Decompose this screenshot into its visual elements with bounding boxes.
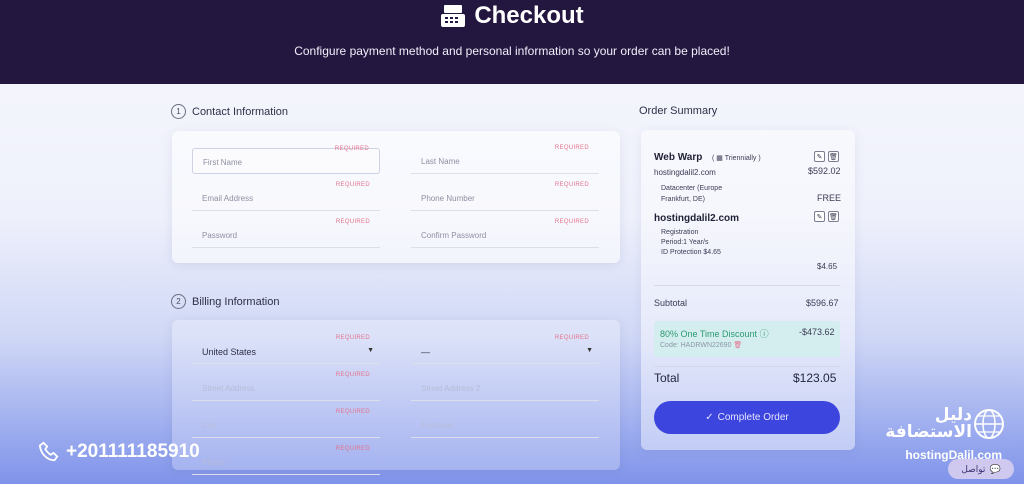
street-address-2-field[interactable]: Street Address 2 (411, 375, 599, 401)
state-value: — (421, 347, 430, 357)
product-domain: hostingdalil2.com (654, 168, 716, 177)
discount-value: -$473.62 (799, 327, 835, 337)
complete-order-label: Complete Order (717, 412, 789, 423)
street-address-2-placeholder: Street Address 2 (421, 384, 481, 393)
domain-registration: Registration (661, 229, 699, 236)
phone-overlay: +201111185910 (38, 441, 200, 463)
phone-field[interactable]: Phone Number REQUIRED (411, 182, 599, 211)
required-tag: REQUIRED (334, 146, 369, 152)
check-icon: ✓ (705, 412, 714, 423)
watermark-arabic: دليل الاستضافة (885, 405, 972, 442)
billing-cycle-badge: ( ▦ Triennially ) (712, 155, 761, 162)
required-tag: REQUIRED (554, 182, 589, 188)
required-tag: REQUIRED (554, 145, 589, 151)
discount-label: 80% One Time Discount ⓘ (660, 329, 769, 339)
total-label: Total (654, 371, 680, 385)
domain-id-protection: ID Protection $4.65 (661, 249, 721, 256)
first-name-placeholder: First Name (203, 158, 243, 167)
state-select[interactable]: — REQUIRED ▼ (411, 335, 599, 364)
city-placeholder: City (202, 421, 216, 430)
chat-icon: 💬 (989, 463, 1001, 474)
order-summary-title: Order Summary (639, 105, 718, 117)
step-number: 1 (171, 104, 186, 119)
checkout-title: Checkout (474, 2, 584, 29)
required-tag: REQUIRED (335, 446, 370, 452)
postcode-placeholder: Postcode (421, 421, 455, 430)
calendar-icon: ▦ (716, 155, 723, 162)
email-placeholder: Email Address (202, 194, 254, 203)
discount-code: Code: HADRWN22690 🗑 (660, 342, 743, 349)
password-placeholder: Password (202, 231, 238, 240)
product-name: Web Warp (654, 152, 703, 163)
chat-widget[interactable]: تواصل 💬 (948, 459, 1014, 479)
edit-icon[interactable]: ✎ (814, 211, 825, 222)
first-name-field[interactable]: First Name REQUIRED (192, 146, 380, 174)
subtotal-value: $596.67 (806, 298, 839, 308)
page-title: Checkout (0, 2, 1024, 30)
phone-placeholder: Phone Number (421, 194, 475, 203)
phone-number: +201111185910 (66, 441, 200, 462)
domain-price: $4.65 (817, 262, 838, 271)
required-tag: REQUIRED (335, 372, 370, 378)
cash-register-icon (441, 5, 466, 27)
confirm-password-placeholder: Confirm Password (421, 231, 487, 240)
domain-period: Period:1 Year/s (661, 239, 709, 246)
dropdown-arrow-icon: ▼ (367, 347, 374, 354)
dropdown-arrow-icon: ▼ (586, 347, 593, 354)
required-tag: REQUIRED (335, 409, 370, 415)
datacenter-line-1: Datacenter (Europe (661, 185, 723, 192)
product-price: $592.02 (808, 166, 841, 176)
edit-icon[interactable]: ✎ (814, 151, 825, 162)
datacenter-line-2: Frankfurt, DE) (661, 196, 705, 203)
billing-section-title: Billing Information (192, 295, 280, 308)
checkout-header: Checkout Configure payment method and pe… (0, 0, 1024, 84)
street-address-field[interactable]: Street Address REQUIRED (192, 372, 380, 401)
last-name-field[interactable]: Last Name REQUIRED (411, 145, 599, 174)
postcode-field[interactable]: Postcode (411, 412, 599, 438)
step-number: 2 (171, 294, 186, 309)
contact-section-title: Contact Information (192, 105, 288, 118)
chat-label: تواصل (961, 463, 986, 474)
required-tag: REQUIRED (335, 335, 370, 341)
help-icon: ⓘ (759, 329, 769, 339)
city-field[interactable]: City REQUIRED (192, 409, 380, 438)
required-tag: REQUIRED (554, 219, 589, 225)
billing-phone-field[interactable]: Phone REQUIRED (192, 446, 380, 475)
divider (654, 366, 840, 367)
datacenter-price: FREE (817, 193, 842, 203)
remove-code-icon[interactable]: 🗑 (733, 342, 742, 349)
required-tag: REQUIRED (335, 182, 370, 188)
last-name-placeholder: Last Name (421, 157, 460, 166)
divider (654, 285, 840, 286)
billing-phone-placeholder: Phone (202, 458, 226, 467)
confirm-password-field[interactable]: Confirm Password REQUIRED (411, 219, 599, 248)
country-value: United States (202, 347, 257, 357)
globe-icon (974, 409, 1004, 439)
required-tag: REQUIRED (554, 335, 589, 341)
street-address-placeholder: Street Address (202, 384, 255, 393)
complete-order-button[interactable]: ✓ Complete Order (654, 401, 840, 434)
billing-section-heading: 2 Billing Information (171, 294, 279, 309)
required-tag: REQUIRED (335, 219, 370, 225)
email-field[interactable]: Email Address REQUIRED (192, 182, 380, 211)
watermark-logo: دليل الاستضافة hostingDalil.com (885, 405, 1020, 467)
trash-icon[interactable]: 🗑 (828, 151, 839, 162)
password-field[interactable]: Password REQUIRED (192, 219, 380, 248)
trash-icon[interactable]: 🗑 (828, 211, 839, 222)
checkout-subtitle: Configure payment method and personal in… (294, 44, 730, 58)
contact-section-heading: 1 Contact Information (171, 104, 288, 119)
subtotal-label: Subtotal (654, 298, 688, 308)
country-select[interactable]: United States REQUIRED ▼ (192, 335, 380, 364)
total-value: $123.05 (793, 371, 837, 385)
domain-item-name: hostingdalil2.com (654, 213, 740, 224)
phone-icon (38, 441, 59, 462)
